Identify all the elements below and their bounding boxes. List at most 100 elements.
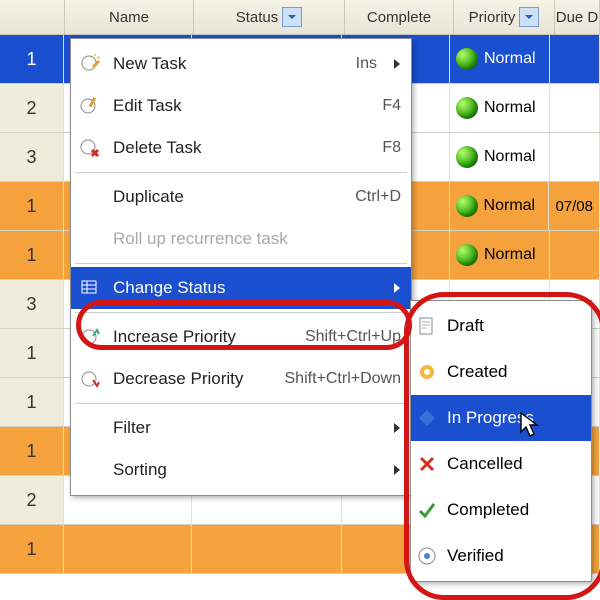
col-number[interactable] (0, 0, 65, 34)
cursor-icon (520, 412, 542, 440)
menu-item-label: Delete Task (113, 138, 372, 158)
cell-number: 1 (0, 427, 64, 475)
status-icon (77, 275, 103, 301)
blank-icon (77, 415, 103, 441)
menu-item-shortcut: Ins (356, 55, 377, 73)
status-option-completed[interactable]: Completed (411, 487, 591, 533)
blank-icon (77, 457, 103, 483)
menu-separator (75, 403, 407, 404)
status-option-label: Draft (447, 316, 484, 336)
menu-item-shortcut: F8 (382, 139, 401, 157)
task-grid-viewport: Name Status Complete Priority Due D 1 Nor… (0, 0, 600, 600)
menu-item-new-task[interactable]: New Task Ins (71, 43, 411, 85)
cell-number: 2 (0, 84, 64, 132)
menu-item-label: Roll up recurrence task (113, 229, 391, 249)
draft-icon (415, 314, 439, 338)
cell-number: 3 (0, 280, 64, 328)
menu-item-filter[interactable]: Filter (71, 407, 411, 449)
new-icon (77, 51, 103, 77)
inprog-icon (415, 406, 439, 430)
prio-up-icon (77, 324, 103, 350)
col-due[interactable]: Due D (555, 0, 600, 34)
priority-label: Normal (484, 246, 536, 264)
priority-ball-icon (456, 97, 478, 119)
col-name-label: Name (109, 9, 149, 26)
submenu-arrow-icon (393, 464, 401, 476)
cell-number: 1 (0, 35, 64, 83)
submenu-arrow-icon (393, 422, 401, 434)
col-priority-label: Priority (469, 9, 516, 26)
status-option-label: Created (447, 362, 507, 382)
menu-item-label: New Task (113, 54, 346, 74)
status-option-created[interactable]: Created (411, 349, 591, 395)
priority-label: Normal (484, 50, 536, 68)
col-due-label: Due D (556, 9, 599, 26)
status-option-label: Cancelled (447, 454, 523, 474)
status-submenu: Draft Created In Progress Cancelled Complete… (410, 300, 592, 582)
menu-item-decrease-priority[interactable]: Decrease PriorityShift+Ctrl+Down (71, 358, 411, 400)
priority-label: Normal (484, 99, 536, 117)
cell-due: 07/08 (549, 182, 600, 230)
menu-item-label: Edit Task (113, 96, 372, 116)
priority-filter-dropdown[interactable] (519, 7, 539, 27)
priority-ball-icon (456, 48, 478, 70)
cell-priority: Normal (450, 84, 550, 132)
status-filter-dropdown[interactable] (282, 7, 302, 27)
cell-number: 2 (0, 476, 64, 524)
menu-separator (75, 312, 407, 313)
complete-icon (415, 498, 439, 522)
edit-icon (77, 93, 103, 119)
priority-ball-icon (456, 146, 478, 168)
cell-due (550, 84, 600, 132)
blank-icon (77, 184, 103, 210)
status-option-label: Completed (447, 500, 529, 520)
status-option-cancelled[interactable]: Cancelled (411, 441, 591, 487)
cell-number: 1 (0, 378, 64, 426)
priority-label: Normal (484, 197, 536, 215)
verify-icon (415, 544, 439, 568)
menu-item-roll-up-recurrence-task: Roll up recurrence task (71, 218, 411, 260)
menu-item-sorting[interactable]: Sorting (71, 449, 411, 491)
menu-item-delete-task[interactable]: Delete Task F8 (71, 127, 411, 169)
menu-item-shortcut: Ctrl+D (355, 188, 401, 206)
menu-item-label: Duplicate (113, 187, 345, 207)
col-status-label: Status (236, 9, 279, 26)
cell-number: 1 (0, 329, 64, 377)
status-option-in-progress[interactable]: In Progress (411, 395, 591, 441)
cell-priority: Normal (450, 133, 550, 181)
submenu-arrow-icon (393, 282, 401, 294)
status-option-verified[interactable]: Verified (411, 533, 591, 579)
cell-number: 1 (0, 182, 64, 230)
table-header: Name Status Complete Priority Due D (0, 0, 600, 35)
blank-icon (77, 226, 103, 252)
col-complete[interactable]: Complete (345, 0, 454, 34)
col-complete-label: Complete (367, 9, 431, 26)
col-name[interactable]: Name (65, 0, 194, 34)
menu-item-shortcut: Shift+Ctrl+Up (305, 328, 401, 346)
cell-priority: Normal (450, 35, 550, 83)
menu-item-duplicate[interactable]: Duplicate Ctrl+D (71, 176, 411, 218)
menu-separator (75, 172, 407, 173)
menu-item-increase-priority[interactable]: Increase Priority Shift+Ctrl+Up (71, 316, 411, 358)
col-priority[interactable]: Priority (454, 0, 555, 34)
menu-item-label: Increase Priority (113, 327, 295, 347)
cell-number: 1 (0, 231, 64, 279)
cell-status (192, 525, 342, 573)
created-icon (415, 360, 439, 384)
submenu-arrow-icon (393, 58, 401, 70)
cell-due (550, 133, 600, 181)
status-option-label: Verified (447, 546, 504, 566)
status-option-draft[interactable]: Draft (411, 303, 591, 349)
context-menu: New Task Ins Edit Task F4 Delete Task F8 Dupli… (70, 38, 412, 496)
menu-item-shortcut: Shift+Ctrl+Down (285, 370, 402, 388)
cell-number: 3 (0, 133, 64, 181)
priority-ball-icon (456, 195, 478, 217)
menu-item-shortcut: F4 (382, 97, 401, 115)
prio-down-icon (77, 366, 103, 392)
menu-item-edit-task[interactable]: Edit Task F4 (71, 85, 411, 127)
col-status[interactable]: Status (194, 0, 345, 34)
menu-item-change-status[interactable]: Change Status (71, 267, 411, 309)
menu-item-label: Sorting (113, 460, 367, 480)
priority-ball-icon (456, 244, 478, 266)
cell-name (64, 525, 192, 573)
